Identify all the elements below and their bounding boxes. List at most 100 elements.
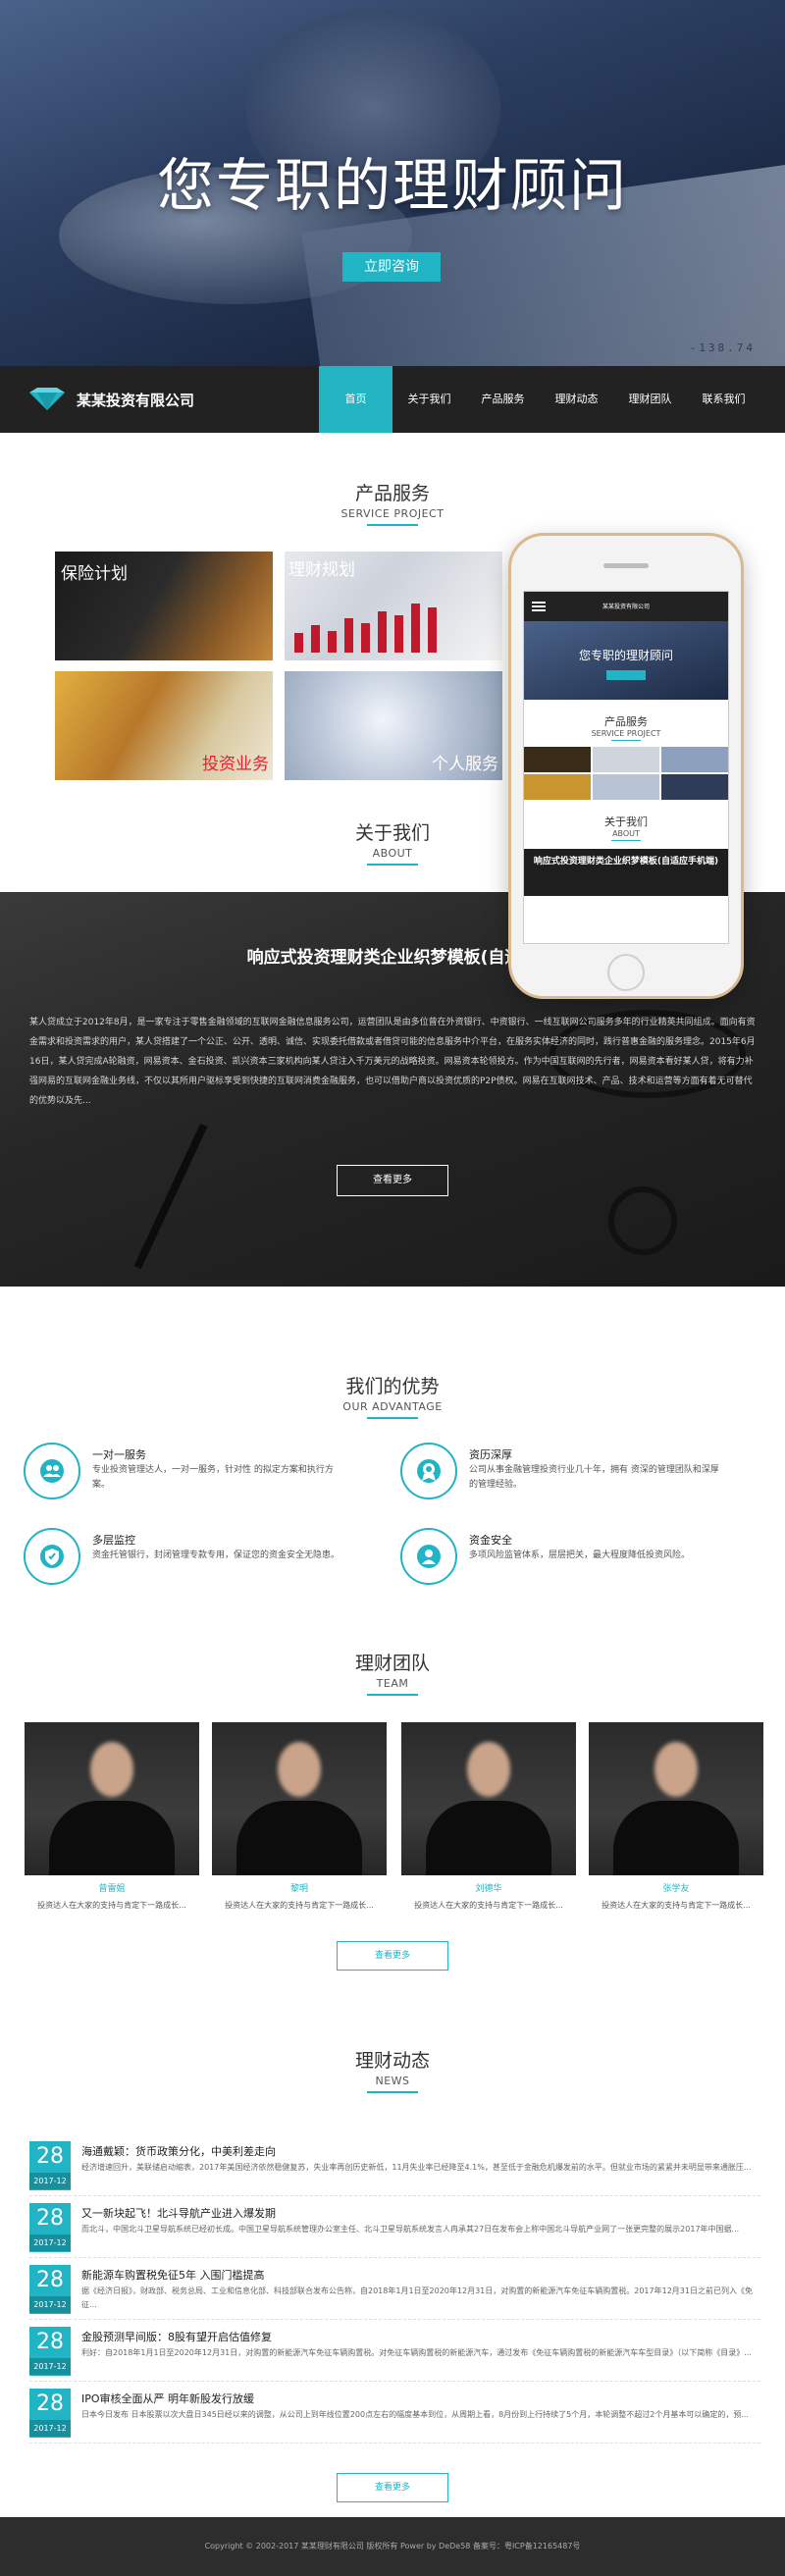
advantage-title: 我们的优势 <box>345 1376 440 1397</box>
news-date: 28 2017-12 <box>29 2327 71 2376</box>
product-card-investment[interactable]: 投资业务 <box>55 671 273 780</box>
advantage-item: 一对一服务 专业投资管理达人，一对一服务，针对性 的拟定方案和执行方案。 <box>24 1443 347 1501</box>
team-member-card[interactable]: 刘德华 投资达人在大家的支持与肯定下一路成长... <box>401 1722 576 1911</box>
member-photo <box>25 1722 199 1875</box>
heading-underline <box>367 1417 418 1419</box>
phone-logo: 某某投资有限公司 <box>602 604 651 610</box>
phone-services-subtitle: SERVICE PROJECT <box>591 729 661 738</box>
news-subtitle: NEWS <box>375 2075 410 2087</box>
phone-about-banner: 响应式投资理财类企业织梦模板(自适应手机端) <box>524 849 728 896</box>
product-label: 个人服务 <box>432 755 498 774</box>
news-date: 28 2017-12 <box>29 2265 71 2314</box>
hero-banner: -138.74 您专职的理财顾问 立即咨询 <box>0 0 785 366</box>
shield-icon <box>24 1528 80 1585</box>
phone-hero: 您专职的理财顾问 <box>524 621 728 700</box>
page: -138.74 您专职的理财顾问 立即咨询 某某投资有限公司 首页 关于我们 产… <box>0 0 785 2576</box>
news-item[interactable]: 28 2017-12 海通戴颖：货币政策分化，中美利差走向 经济增速回升，美联储… <box>29 2141 760 2196</box>
team-member-card[interactable]: 张学友 投资达人在大家的支持与肯定下一路成长... <box>589 1722 763 1911</box>
heading-underline <box>367 1694 418 1696</box>
news-item[interactable]: 28 2017-12 IPO审核全面从严 明年新股发行放缓 日本今日发布 日本股… <box>29 2389 760 2444</box>
consult-button[interactable]: 立即咨询 <box>342 252 441 282</box>
diamond-logo-icon <box>29 388 65 410</box>
phone-product-grid <box>524 741 728 800</box>
hero-title: 您专职的理财顾问 <box>156 152 628 219</box>
news-more-button[interactable]: 查看更多 <box>337 2473 448 2502</box>
news-heading: 理财动态 NEWS <box>0 2046 785 2093</box>
team-heading: 理财团队 TEAM <box>0 1649 785 1696</box>
news-title[interactable]: 新能源车购置税免征5年 入围门槛提高 <box>81 2267 265 2283</box>
people-icon <box>24 1443 80 1499</box>
product-label: 投资业务 <box>202 755 269 774</box>
advantage-item: 资历深厚 公司从事金融管理投资行业几十年，拥有 资深的管理团队和深厚的管理经验。 <box>400 1443 724 1501</box>
advantage-title: 资历深厚 <box>469 1448 512 1461</box>
nav-item-news[interactable]: 理财动态 <box>540 366 613 433</box>
phone-product-thumb <box>661 747 728 772</box>
menu-icon[interactable] <box>532 602 546 611</box>
nav-item-products[interactable]: 产品服务 <box>466 366 540 433</box>
member-name: 曾雷姐 <box>98 1884 126 1894</box>
news-title[interactable]: 海通戴颖：货币政策分化，中美利差走向 <box>81 2143 276 2159</box>
news-title[interactable]: 又一新块起飞！北斗导航产业进入爆发期 <box>81 2205 276 2221</box>
phone-mockup: 某某投资有限公司 您专职的理财顾问 产品服务 SERVICE PROJECT 关 <box>508 533 744 999</box>
advantage-desc: 公司从事金融管理投资行业几十年，拥有 资深的管理团队和深厚的管理经验。 <box>469 1465 719 1490</box>
advantage-desc: 多项风险监管体系，层层把关，最大程度降低投资风险。 <box>469 1551 691 1560</box>
product-label: 理财规划 <box>288 560 355 580</box>
news-year-month: 2017-12 <box>29 2420 71 2437</box>
news-item[interactable]: 28 2017-12 新能源车购置税免征5年 入围门槛提高 据《经济日报》，财政… <box>29 2265 760 2320</box>
badge-icon <box>400 1443 457 1499</box>
member-desc: 投资达人在大家的支持与肯定下一路成长... <box>602 1901 751 1910</box>
nav-item-home[interactable]: 首页 <box>319 366 392 433</box>
team-member-card[interactable]: 曾雷姐 投资达人在大家的支持与肯定下一路成长... <box>25 1722 199 1911</box>
team-more-button[interactable]: 查看更多 <box>337 1941 448 1971</box>
phone-product-thumb <box>524 774 591 800</box>
phone-services-title: 产品服务 <box>604 715 648 728</box>
about-text: 某人贷成立于2012年8月，是一家专注于零售金融领域的互联网金融信息服务公司，运… <box>29 1018 756 1106</box>
news-summary: 日本今日发布 日本股票以次大盘日345日经以来的调整，从公司上到年线位置200点… <box>81 2410 749 2419</box>
member-name: 张学友 <box>662 1884 690 1894</box>
phone-product-thumb <box>593 747 659 772</box>
phone-about-heading: 关于我们 ABOUT <box>524 814 728 841</box>
about-more-button[interactable]: 查看更多 <box>337 1165 448 1196</box>
hero-numbers: -138.74 <box>689 342 756 354</box>
phone-product-thumb <box>593 774 659 800</box>
advantage-heading: 我们的优势 OUR ADVANTAGE <box>0 1372 785 1419</box>
news-summary: 经济增速回升，美联储启动缩表，2017年美国经济依然稳健复苏，失业率再创历史新低… <box>81 2163 752 2172</box>
phone-home-button <box>607 954 645 991</box>
news-summary: 而北斗，中国北斗卫星导航系统已经初长成。中国卫星导航系统管理办公室主任、北斗卫星… <box>81 2225 740 2234</box>
phone-speaker <box>603 563 649 568</box>
news-title[interactable]: IPO审核全面从严 明年新股发行放缓 <box>81 2391 254 2406</box>
phone-hero-button[interactable] <box>606 670 646 680</box>
news-item[interactable]: 28 2017-12 又一新块起飞！北斗导航产业进入爆发期 而北斗，中国北斗卫星… <box>29 2203 760 2258</box>
nav-item-about[interactable]: 关于我们 <box>392 366 466 433</box>
news-day: 28 <box>36 2144 64 2169</box>
advantage-item: 多层监控 资金托管银行，封闭管理专款专用，保证您的资金安全无隐患。 <box>24 1528 347 1587</box>
news-date: 28 2017-12 <box>29 2141 71 2190</box>
nav-item-contact[interactable]: 联系我们 <box>687 366 760 433</box>
advantage-title: 一对一服务 <box>92 1448 146 1461</box>
team-member-card[interactable]: 黎明 投资达人在大家的支持与肯定下一路成长... <box>212 1722 387 1911</box>
logo[interactable]: 某某投资有限公司 <box>26 386 194 413</box>
member-photo <box>589 1722 763 1875</box>
watch-image <box>608 1186 677 1255</box>
member-photo <box>401 1722 576 1875</box>
heading-underline <box>367 524 418 526</box>
news-item[interactable]: 28 2017-12 金股预测早间版：8股有望开启估值修复 利好：自2018年1… <box>29 2327 760 2382</box>
news-title[interactable]: 金股预测早间版：8股有望开启估值修复 <box>81 2329 272 2344</box>
nav-item-team[interactable]: 理财团队 <box>613 366 687 433</box>
heading-underline <box>367 864 418 866</box>
product-card-insurance[interactable]: 保险计划 <box>55 552 273 660</box>
phone-product-thumb <box>524 747 591 772</box>
products-heading: 产品服务 SERVICE PROJECT <box>0 479 785 526</box>
advantage-subtitle: OUR ADVANTAGE <box>342 1400 443 1413</box>
nav-menu: 首页 关于我们 产品服务 理财动态 理财团队 联系我们 <box>319 366 760 433</box>
product-label: 保险计划 <box>61 564 128 584</box>
footer: Copyright © 2002-2017 某某理财有限公司 版权所有 Powe… <box>0 2517 785 2576</box>
member-desc: 投资达人在大家的支持与肯定下一路成长... <box>225 1901 374 1910</box>
news-title: 理财动态 <box>354 2050 430 2072</box>
news-day: 28 <box>36 2206 64 2231</box>
product-card-planning[interactable]: 理财规划 <box>285 552 502 660</box>
phone-screen: 某某投资有限公司 您专职的理财顾问 产品服务 SERVICE PROJECT 关 <box>523 591 729 944</box>
advantage-desc: 资金托管银行，封闭管理专款专用，保证您的资金安全无隐患。 <box>92 1551 340 1560</box>
pen-image <box>133 1123 208 1270</box>
product-card-personal[interactable]: 个人服务 <box>285 671 502 780</box>
